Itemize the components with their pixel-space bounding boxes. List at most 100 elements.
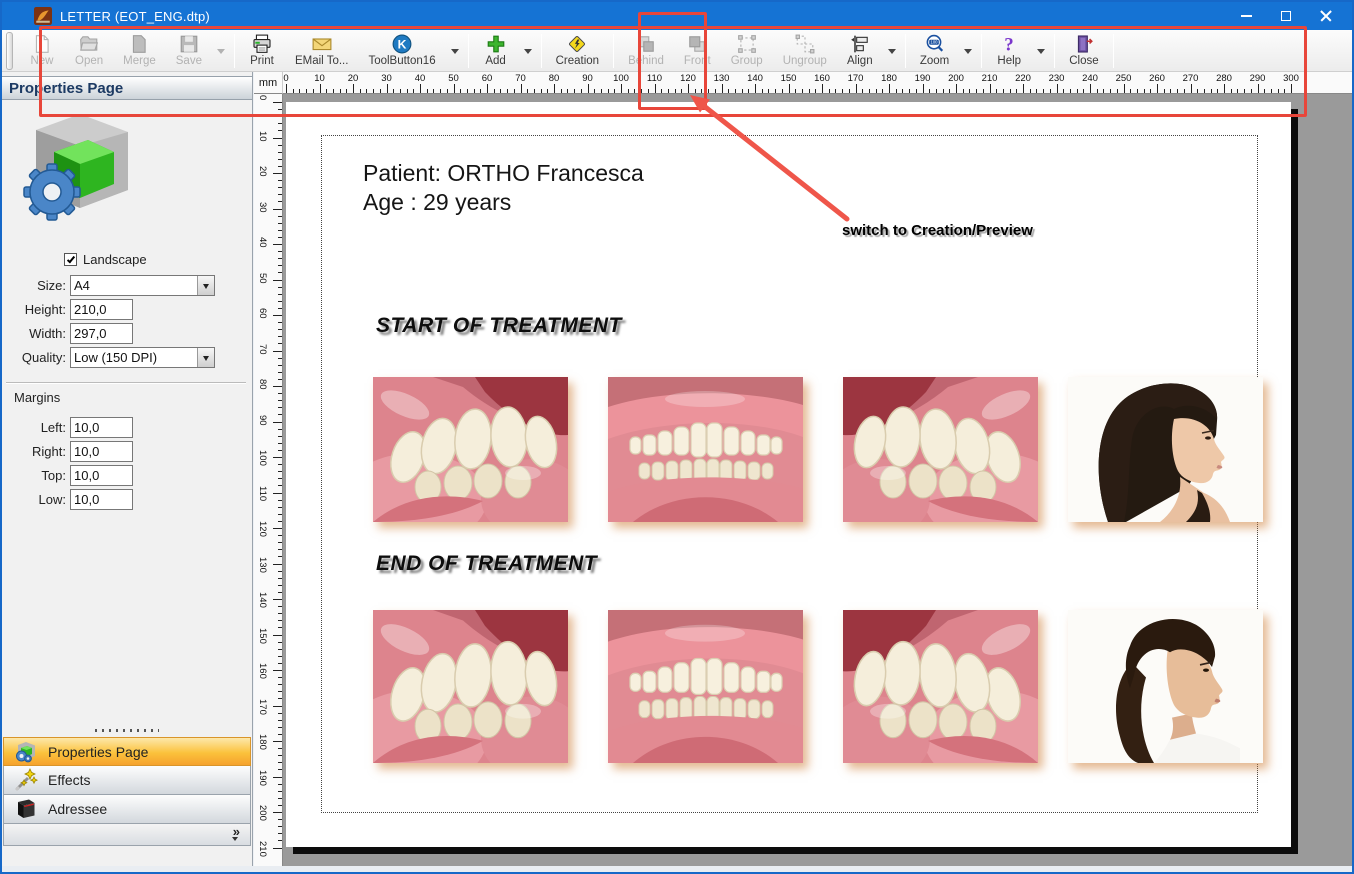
ruler-tick [278,606,282,607]
photo-intraoral-lateral-right[interactable] [373,610,568,763]
minimize-button[interactable] [1226,2,1266,30]
toolbar: NewOpenMergeSavePrintEMail To...KToolBut… [2,30,1352,72]
ruler-tick [909,89,910,93]
ruler-tick [278,109,282,110]
align-button[interactable]: Align [837,31,883,71]
photo-profile-portrait-long-hair[interactable] [1068,377,1263,522]
margins-title: Margins [14,390,244,405]
group-group: Group [721,31,773,71]
close-window-button[interactable] [1306,2,1346,30]
patient-name-text[interactable]: Patient: ORTHO Francesca [363,160,644,187]
ruler-number: 170 [845,73,867,84]
ruler-tick [454,84,455,93]
ruler-tick [715,89,716,93]
email-envelope-icon [312,34,332,54]
combo-arrow-icon[interactable] [197,276,214,295]
ruler-tick [278,791,282,792]
ruler-number: 60 [257,308,268,319]
sidebar-item-properties-page[interactable]: Properties Page [3,737,251,766]
close-group: Close [1059,31,1108,71]
section-title-end[interactable]: END OF TREATMENT [376,552,597,576]
merge-button: Merge [113,31,166,71]
print-button[interactable]: Print [239,31,285,71]
zoom-button[interactable]: 100Zoom [910,31,959,71]
caret-down-icon [451,49,459,58]
document-page[interactable]: Patient: ORTHO Francesca Age : 29 years … [286,102,1291,847]
ruler-tick [447,89,448,93]
ruler-tick [278,187,282,188]
ruler-tick [1164,89,1165,93]
photo-profile-portrait-ponytail[interactable] [1068,610,1263,763]
section-title-start[interactable]: START OF TREATMENT [376,314,622,338]
photo-intraoral-lateral-left[interactable] [843,377,1038,522]
nav-more-row[interactable]: » [3,824,251,846]
ruler-tick [1090,84,1091,93]
height-input[interactable] [70,299,133,320]
sidebar-item-effects[interactable]: Effects [3,766,251,795]
ruler-number: 300 [1280,73,1302,84]
behind-group: Behind [618,31,674,71]
photo-intraoral-frontal[interactable] [608,377,803,522]
help-dropdown[interactable] [1032,31,1050,71]
ruler-tick [789,84,790,93]
width-input[interactable] [70,323,133,344]
photo-intraoral-lateral-left[interactable] [843,610,1038,763]
right-input[interactable] [70,441,133,462]
landscape-checkbox[interactable]: Landscape [64,252,147,267]
ruler-tick [278,443,282,444]
photo-intraoral-frontal[interactable] [608,610,803,763]
add-button[interactable]: Add [473,31,519,71]
quality-combobox[interactable]: Low (150 DPI) [70,347,215,368]
toolbar-gripper[interactable] [6,32,13,70]
email-button[interactable]: EMail To... [285,31,358,71]
ruler-tick [1077,89,1078,93]
properties-page-large-icon [14,108,146,238]
combo-arrow-icon[interactable] [197,348,214,367]
close-icon [1320,10,1332,22]
left-input[interactable] [70,417,133,438]
ruler-tick [278,663,282,664]
ruler-tick [983,89,984,93]
ruler-tick [507,89,508,93]
sidebar-item-label: Properties Page [48,744,148,760]
close-button[interactable]: Close [1059,31,1108,71]
creation-button[interactable]: Creation [546,31,609,71]
ruler-tick [278,734,282,735]
photo-intraoral-lateral-right[interactable] [373,377,568,522]
ruler-tick [963,89,964,93]
ruler-tick [286,84,287,93]
ruler-tick [1184,89,1185,93]
zoom-dropdown[interactable] [959,31,977,71]
horizontal-ruler: 0102030405060708090100110120130140150160… [283,72,1352,94]
ruler-tick [1211,89,1212,93]
align-label: Align [847,55,873,67]
canvas[interactable]: Patient: ORTHO Francesca Age : 29 years … [283,94,1352,866]
ruler-number: 70 [510,73,532,84]
align-group: Align [837,31,901,71]
maximize-button[interactable] [1266,2,1306,30]
editor-area: mm 0102030405060708090100110120130140150… [254,72,1352,866]
ruler-tick [976,89,977,93]
ruler-tick [278,216,282,217]
help-button[interactable]: ?Help [986,31,1032,71]
toolbutton16-dropdown[interactable] [446,31,464,71]
patient-age-text[interactable]: Age : 29 years [363,189,511,216]
ruler-tick [278,393,282,394]
zoom-label: Zoom [920,55,949,67]
ruler-tick [278,500,282,501]
toolbutton16-button[interactable]: KToolButton16 [358,31,445,71]
ruler-tick [842,89,843,93]
ruler-tick [1204,89,1205,93]
ruler-tick [795,89,796,93]
splitter-handle[interactable] [95,728,159,733]
size-combobox[interactable]: A4 [70,275,215,296]
front-button: Front [674,31,721,71]
add-dropdown[interactable] [519,31,537,71]
sidebar-item-adressee[interactable]: Adressee [3,795,251,824]
top-input[interactable] [70,465,133,486]
ruler-tick [1057,84,1058,93]
align-dropdown[interactable] [883,31,901,71]
checkbox-box [64,253,77,266]
low-input[interactable] [70,489,133,510]
ruler-number: 50 [257,273,268,284]
